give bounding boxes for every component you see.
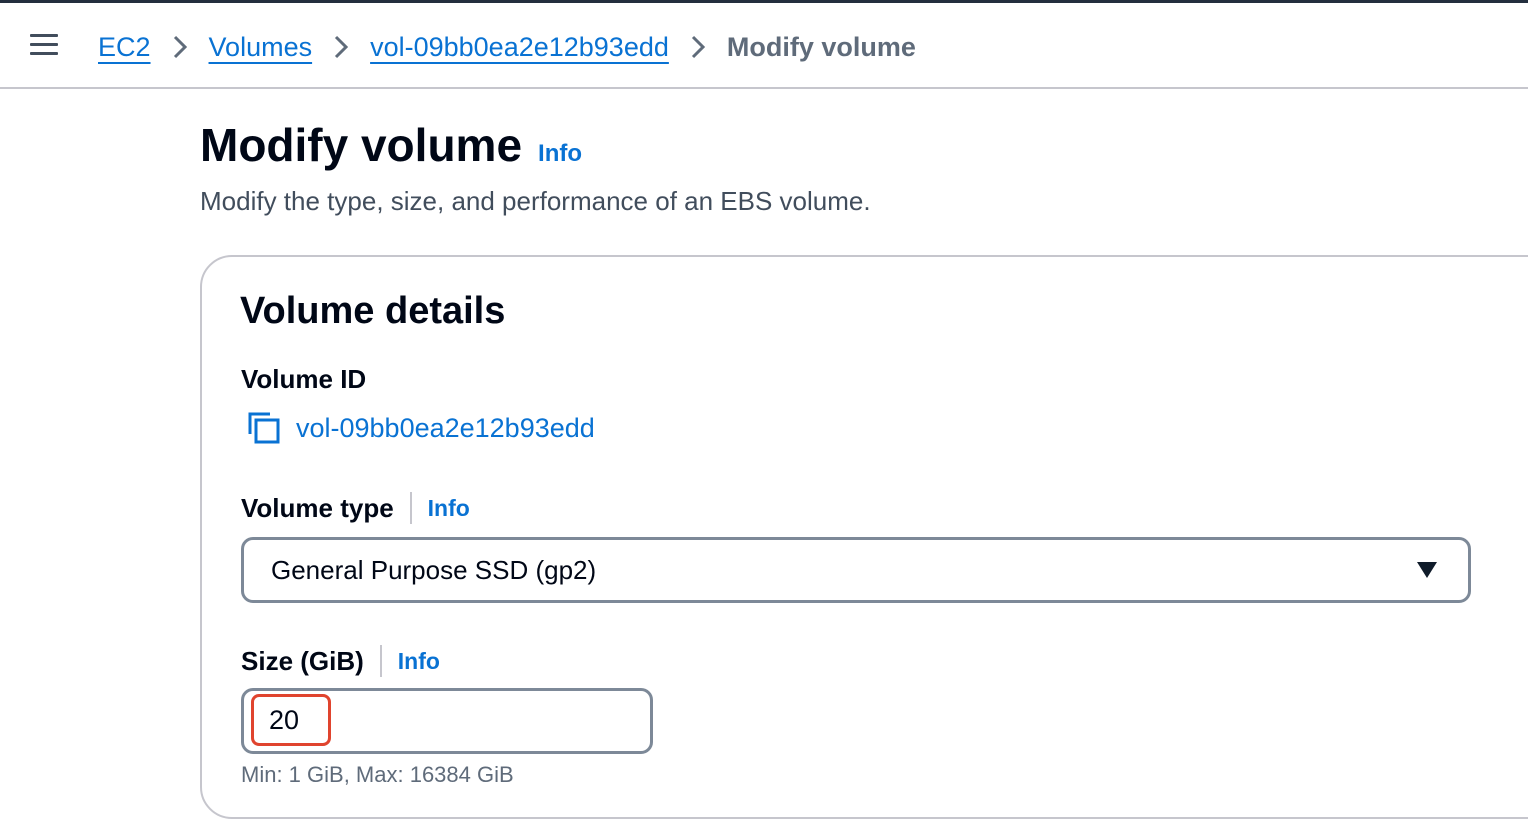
chevron-right-icon — [335, 35, 349, 59]
volume-type-info-link[interactable]: Info — [428, 495, 470, 522]
size-input-value: 20 — [269, 705, 300, 735]
menu-icon[interactable] — [30, 34, 58, 56]
breadcrumb-ec2[interactable]: EC2 — [98, 32, 151, 63]
volume-type-label-row: Volume type Info — [241, 492, 470, 524]
breadcrumb-volumes[interactable]: Volumes — [209, 32, 313, 63]
copy-icon[interactable] — [246, 410, 282, 446]
page-description: Modify the type, size, and performance o… — [200, 186, 871, 216]
volume-id-value: vol-09bb0ea2e12b93edd — [296, 412, 595, 443]
size-constraint-text: Min: 1 GiB, Max: 16384 GiB — [241, 762, 514, 787]
volume-type-label: Volume type — [241, 492, 394, 523]
chevron-right-icon — [173, 35, 187, 59]
volume-id-row: vol-09bb0ea2e12b93edd — [246, 410, 595, 446]
breadcrumb-current: Modify volume — [726, 31, 916, 62]
size-info-link[interactable]: Info — [398, 648, 440, 675]
title-info-link[interactable]: Info — [538, 140, 582, 168]
size-label: Size (GiB) — [241, 645, 364, 676]
size-label-row: Size (GiB) Info — [241, 645, 440, 677]
volume-id-label: Volume ID — [241, 364, 367, 394]
section-title: Volume details — [240, 290, 506, 332]
volume-type-select[interactable]: General Purpose SSD (gp2) — [241, 537, 1471, 603]
breadcrumb-volume-id[interactable]: vol-09bb0ea2e12b93edd — [370, 32, 669, 63]
page-title: Modify volume — [200, 119, 523, 171]
volume-type-selected-value: General Purpose SSD (gp2) — [271, 555, 597, 585]
label-divider — [379, 645, 382, 677]
chevron-right-icon — [691, 35, 705, 59]
caret-down-icon — [1417, 562, 1437, 578]
label-divider — [409, 492, 412, 524]
page-header: EC2 Volumes vol-09bb0ea2e12b93edd Modify… — [0, 3, 1528, 89]
title-row: Modify volume Info — [200, 118, 582, 172]
breadcrumb: EC2 Volumes vol-09bb0ea2e12b93edd Modify… — [98, 27, 916, 67]
